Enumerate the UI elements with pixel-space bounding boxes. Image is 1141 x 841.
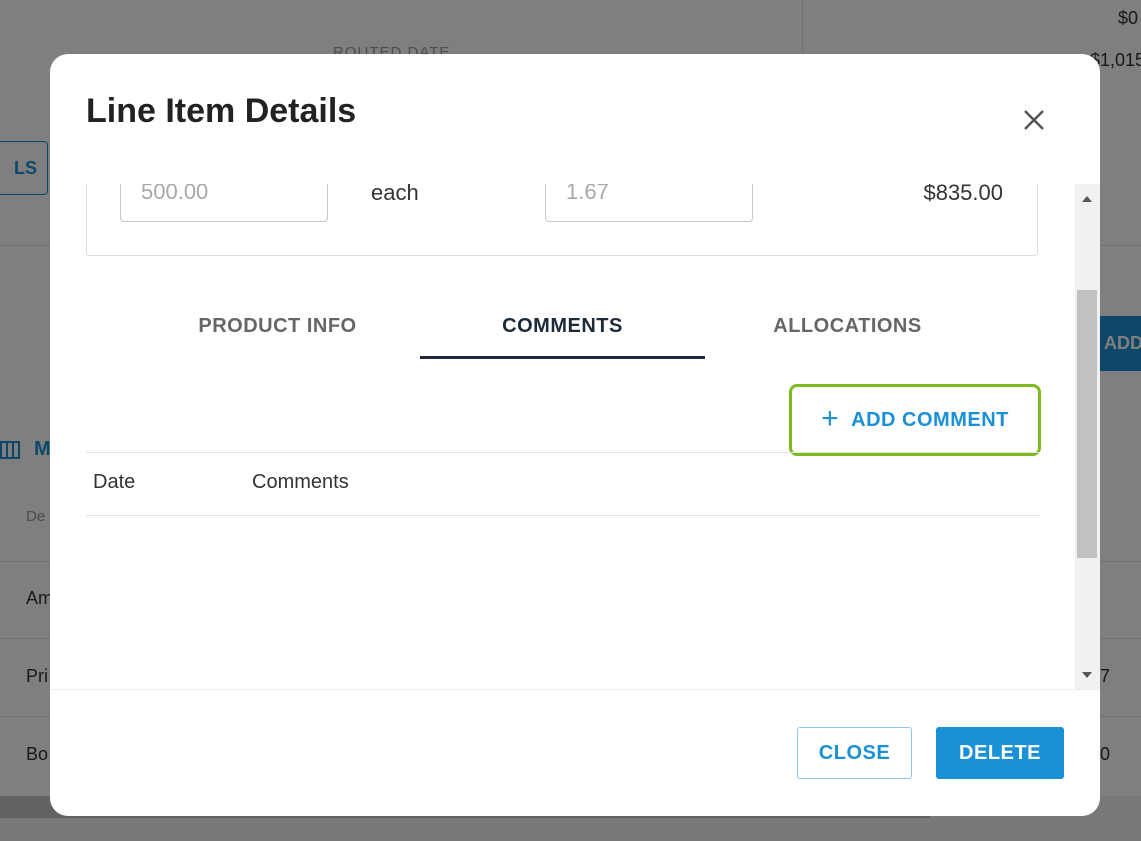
line-item-card: each $835.00 (86, 184, 1038, 256)
close-icon[interactable] (1016, 102, 1052, 138)
tab-product-info[interactable]: PRODUCT INFO (135, 294, 420, 358)
detail-tabs: PRODUCT INFO COMMENTS ALLOCATIONS (135, 294, 990, 360)
dialog-footer: CLOSE DELETE (50, 689, 1100, 816)
delete-button[interactable]: DELETE (936, 727, 1064, 779)
tab-comments[interactable]: COMMENTS (420, 294, 705, 358)
unit-price-field[interactable] (545, 184, 753, 222)
scroll-down-arrow-icon[interactable] (1082, 672, 1092, 678)
add-comment-button[interactable]: + ADD COMMENT (789, 384, 1041, 456)
line-item-details-dialog: Line Item Details each $835.00 PRODUCT I… (50, 54, 1100, 816)
scroll-up-arrow-icon[interactable] (1082, 196, 1092, 202)
column-header-comments[interactable]: Comments (252, 471, 349, 494)
close-button[interactable]: CLOSE (797, 727, 912, 779)
comments-table-header: Date Comments (86, 452, 1040, 516)
line-total: $835.00 (923, 184, 1003, 205)
dialog-vertical-scrollbar[interactable] (1075, 184, 1100, 689)
quantity-field[interactable] (120, 184, 328, 222)
active-tab-indicator (420, 356, 705, 359)
plus-icon: + (821, 402, 840, 435)
tab-allocations[interactable]: ALLOCATIONS (705, 294, 990, 358)
dialog-title: Line Item Details (86, 92, 357, 130)
dialog-scroll-content: each $835.00 PRODUCT INFO COMMENTS ALLOC… (50, 184, 1100, 689)
scroll-thumb[interactable] (1077, 290, 1097, 558)
add-comment-label: ADD COMMENT (851, 408, 1009, 431)
unit-label: each (371, 184, 419, 205)
column-header-date[interactable]: Date (93, 471, 135, 494)
